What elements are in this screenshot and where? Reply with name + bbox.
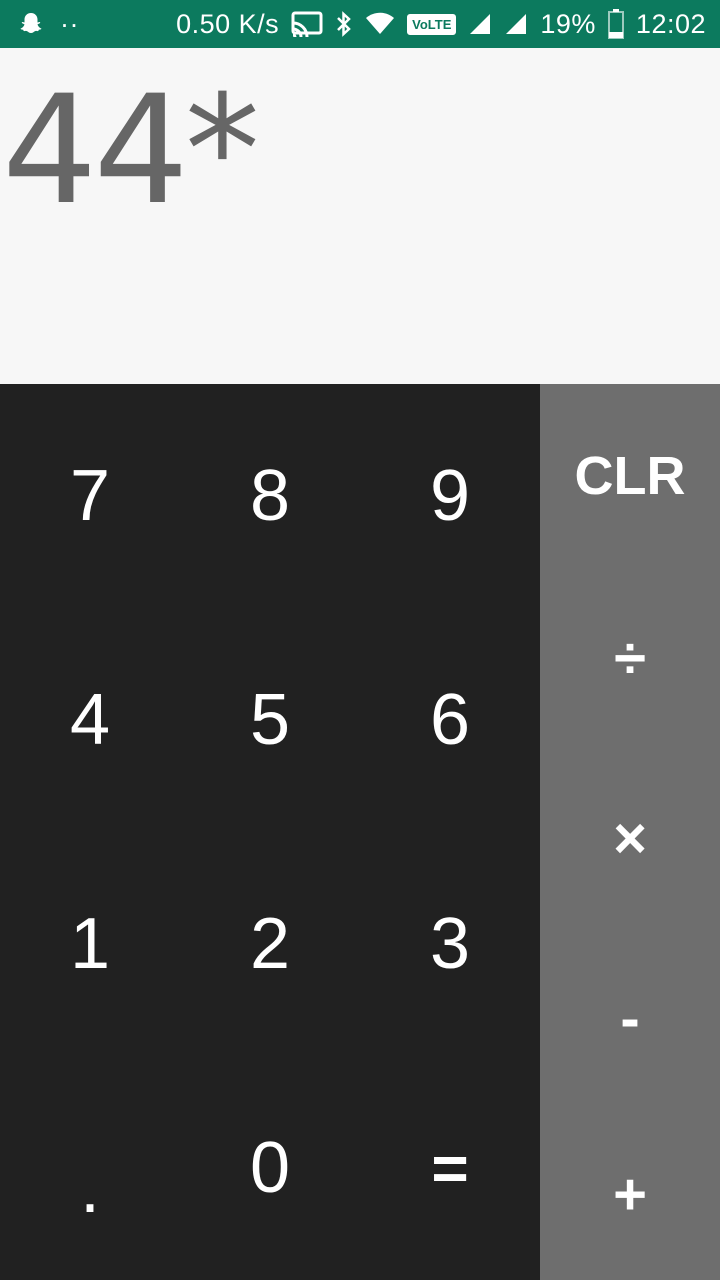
cast-icon: [291, 11, 323, 37]
clock: 12:02: [635, 8, 706, 39]
signal-icon: [468, 12, 492, 36]
divide-button[interactable]: ÷: [540, 568, 720, 748]
battery-percent: 19%: [540, 8, 596, 39]
multiply-button[interactable]: ×: [540, 748, 720, 928]
key-7[interactable]: 7: [0, 384, 180, 608]
clear-button[interactable]: CLR: [540, 384, 720, 568]
bluetooth-icon: [335, 10, 353, 38]
key-4[interactable]: 4: [0, 608, 180, 832]
calculator-display: 44*: [0, 48, 720, 384]
key-8[interactable]: 8: [180, 384, 360, 608]
operator-column: CLR ÷ × - +: [540, 384, 720, 1280]
battery-icon: [607, 9, 624, 39]
key-0[interactable]: 0: [180, 1056, 360, 1280]
key-6[interactable]: 6: [360, 608, 540, 832]
status-bar: ·· 0.50 K/s VoLTE 19% 12:02: [0, 0, 720, 48]
snapchat-icon: [18, 11, 44, 37]
key-3[interactable]: 3: [360, 832, 540, 1056]
expression-text: 44*: [2, 64, 260, 238]
number-keypad: 7 8 9 4 5 6 1 2 3 . 0 =: [0, 384, 540, 1280]
notification-dots: ··: [60, 8, 79, 39]
subtract-button[interactable]: -: [540, 928, 720, 1108]
key-decimal[interactable]: .: [0, 1056, 180, 1280]
key-9[interactable]: 9: [360, 384, 540, 608]
equals-button[interactable]: =: [360, 1056, 540, 1280]
signal-icon: [504, 12, 528, 36]
key-2[interactable]: 2: [180, 832, 360, 1056]
add-button[interactable]: +: [540, 1108, 720, 1280]
key-5[interactable]: 5: [180, 608, 360, 832]
key-1[interactable]: 1: [0, 832, 180, 1056]
wifi-icon: [365, 12, 395, 36]
volte-icon: VoLTE: [407, 13, 457, 35]
network-speed: 0.50 K/s: [176, 8, 280, 39]
